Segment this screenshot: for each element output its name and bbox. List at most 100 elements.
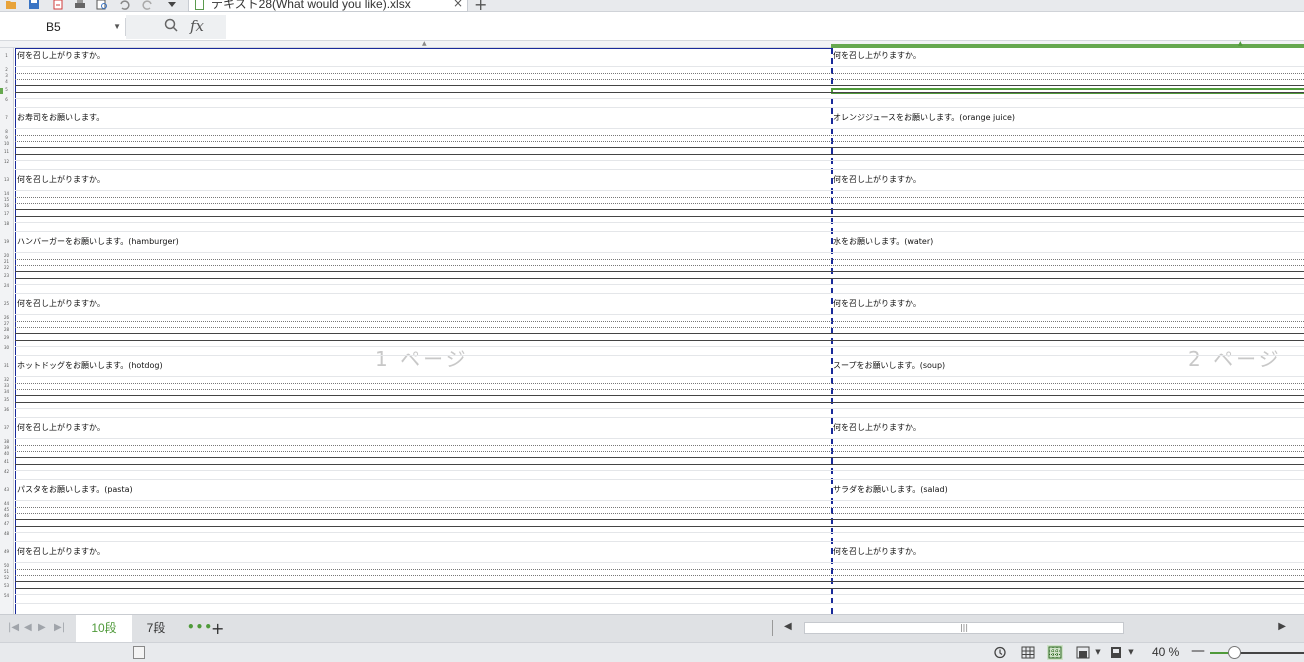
history-icon[interactable] — [992, 645, 1008, 660]
row-number[interactable]: 39 — [0, 446, 13, 450]
cell-left[interactable]: 何を召し上がりますか。 — [17, 424, 105, 432]
row-number[interactable]: 29 — [0, 336, 13, 340]
row-number[interactable]: 4 — [0, 80, 13, 84]
row-number[interactable]: 13 — [0, 178, 13, 182]
row-number[interactable]: 50 — [0, 564, 13, 568]
row-number[interactable]: 31 — [0, 364, 13, 368]
row-number[interactable]: 15 — [0, 198, 13, 202]
page-layout-icon[interactable] — [1075, 645, 1091, 660]
row-number[interactable]: 25 — [0, 302, 13, 306]
cell-right[interactable]: 何を召し上がりますか。 — [833, 548, 921, 556]
cell-grid[interactable]: 1 ページ 2 ページ 何を召し上がりますか。 何を召し上がりますか。 お寿司をお願… — [15, 48, 1304, 614]
row-number[interactable]: 42 — [0, 470, 13, 474]
prev-sheet-icon[interactable]: ◀ — [24, 622, 32, 633]
next-sheet-icon[interactable]: ▶ — [38, 622, 46, 633]
cell-left[interactable]: パスタをお願いします。(pasta) — [17, 486, 133, 494]
name-box-dropdown-icon[interactable]: ▼ — [113, 18, 121, 36]
row-number[interactable]: 21 — [0, 260, 13, 264]
page-layout-dropdown-icon[interactable]: ▼ — [1090, 645, 1106, 660]
row-number[interactable]: 28 — [0, 328, 13, 332]
cell-left[interactable]: 何を召し上がりますか。 — [17, 52, 105, 60]
row-number[interactable]: 32 — [0, 378, 13, 382]
cell-left[interactable]: ハンバーガーをお願いします。(hamburger) — [17, 238, 179, 246]
undo-icon[interactable] — [118, 0, 130, 10]
zoom-slider-handle[interactable] — [1228, 646, 1241, 659]
worksheet[interactable]: 1 2 3 4 5 6 7 8 9 10 11 12 13 14 15 16 17 18 19 20 21 22 23 24 2… — [0, 48, 1304, 614]
row-number[interactable]: 45 — [0, 508, 13, 512]
row-number[interactable]: 48 — [0, 532, 13, 536]
row-number[interactable]: 54 — [0, 594, 13, 598]
cell-right[interactable]: サラダをお願いします。(salad) — [833, 486, 948, 494]
row-number[interactable]: 51 — [0, 570, 13, 574]
row-number[interactable]: 3 — [0, 74, 13, 78]
reading-mode-icon[interactable] — [1108, 645, 1124, 660]
page-break-view-icon[interactable] — [1047, 645, 1063, 660]
row-number[interactable]: 19 — [0, 240, 13, 244]
cell-left[interactable]: 何を召し上がりますか。 — [17, 548, 105, 556]
row-number[interactable]: 14 — [0, 192, 13, 196]
lookup-icon[interactable] — [164, 18, 178, 32]
column-header-bar[interactable]: ▲ ▲ — [0, 41, 1304, 48]
row-number[interactable]: 44 — [0, 502, 13, 506]
print-icon[interactable] — [74, 0, 86, 10]
row-number[interactable]: 8 — [0, 130, 13, 134]
row-number[interactable]: 35 — [0, 398, 13, 402]
cell-left[interactable]: お寿司をお願いします。 — [17, 114, 104, 122]
active-cell[interactable] — [831, 88, 1304, 94]
row-number[interactable]: 7 — [0, 116, 13, 120]
more-sheets-icon[interactable]: ••• — [187, 620, 213, 634]
row-number[interactable]: 34 — [0, 390, 13, 394]
scrollbar-thumb[interactable]: ||| — [804, 622, 1124, 634]
row-number[interactable]: 23 — [0, 274, 13, 278]
cell-right[interactable]: 何を召し上がりますか。 — [833, 52, 921, 60]
print-preview-icon[interactable] — [96, 0, 108, 10]
row-number[interactable]: 38 — [0, 440, 13, 444]
formula-input[interactable] — [226, 18, 1296, 36]
row-number[interactable]: 52 — [0, 576, 13, 580]
row-number[interactable]: 20 — [0, 254, 13, 258]
document-tab[interactable]: テキスト28(What would you like).xlsx × — [188, 0, 468, 12]
zoom-level[interactable]: 40 % — [1152, 645, 1179, 659]
row-number[interactable]: 2 — [0, 68, 13, 72]
scroll-left-icon[interactable]: ◀ — [784, 621, 792, 632]
row-number[interactable]: 37 — [0, 426, 13, 430]
row-number[interactable]: 53 — [0, 584, 13, 588]
row-number[interactable]: 18 — [0, 222, 13, 226]
row-header-bar[interactable]: 1 2 3 4 5 6 7 8 9 10 11 12 13 14 15 16 17 18 19 20 21 22 23 24 2… — [0, 48, 14, 614]
open-folder-icon[interactable] — [5, 0, 17, 10]
row-number[interactable]: 6 — [0, 98, 13, 102]
zoom-out-button[interactable]: — — [1191, 643, 1205, 659]
insert-function-button[interactable]: fx — [190, 17, 204, 35]
row-number[interactable]: 10 — [0, 142, 13, 146]
row-number[interactable]: 16 — [0, 204, 13, 208]
cell-right[interactable]: 水をお願いします。(water) — [833, 238, 933, 246]
row-number[interactable]: 30 — [0, 346, 13, 350]
cell-right[interactable]: 何を召し上がりますか。 — [833, 300, 921, 308]
row-number[interactable]: 43 — [0, 488, 13, 492]
row-number[interactable]: 26 — [0, 316, 13, 320]
row-number[interactable]: 47 — [0, 522, 13, 526]
row-number[interactable]: 49 — [0, 550, 13, 554]
save-icon[interactable] — [28, 0, 40, 10]
scroll-right-icon[interactable]: ▶ — [1278, 621, 1286, 632]
cell-left[interactable]: ホットドッグをお願いします。(hotdog) — [17, 362, 163, 370]
cell-right[interactable]: オレンジジュースをお願いします。(orange juice) — [833, 114, 1015, 122]
add-sheet-button[interactable]: + — [211, 619, 224, 638]
reading-mode-dropdown-icon[interactable]: ▼ — [1123, 645, 1139, 660]
cell-left[interactable]: 何を召し上がりますか。 — [17, 300, 105, 308]
row-number[interactable]: 22 — [0, 266, 13, 270]
page-break-line[interactable] — [831, 48, 833, 614]
row-number[interactable]: 9 — [0, 136, 13, 140]
scrollbar-split-handle[interactable] — [772, 620, 773, 636]
close-tab-icon[interactable]: × — [453, 0, 463, 10]
name-box[interactable]: B5 ▼ — [8, 18, 126, 36]
row-number[interactable]: 41 — [0, 460, 13, 464]
row-number[interactable]: 40 — [0, 452, 13, 456]
first-sheet-icon[interactable]: |◀ — [8, 622, 19, 633]
sheet-tab-10dan[interactable]: 10段 — [76, 615, 132, 642]
row-number[interactable]: 17 — [0, 212, 13, 216]
row-number[interactable]: 46 — [0, 514, 13, 518]
cell-right[interactable]: 何を召し上がりますか。 — [833, 176, 921, 184]
row-number[interactable]: 36 — [0, 408, 13, 412]
customize-dropdown-icon[interactable] — [166, 0, 178, 10]
